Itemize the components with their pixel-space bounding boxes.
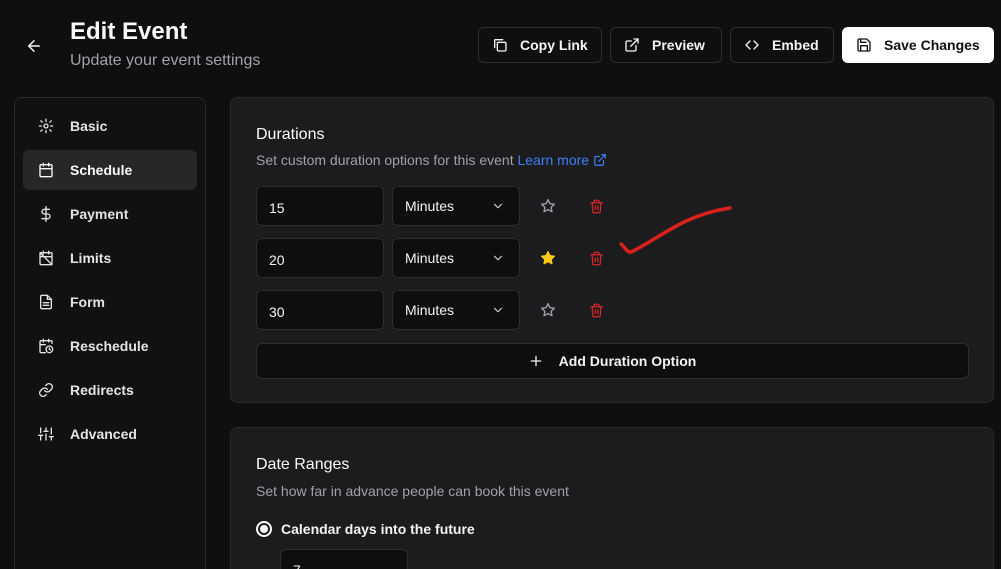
- settings-sidebar: Basic Schedule Payment Limits Form Resch…: [14, 97, 206, 569]
- save-icon: [856, 37, 872, 53]
- embed-label: Embed: [772, 37, 819, 53]
- calendar-off-icon: [38, 250, 54, 266]
- trash-icon[interactable]: [586, 300, 606, 320]
- trash-icon[interactable]: [586, 196, 606, 216]
- durations-title: Durations: [256, 126, 325, 143]
- sidebar-item-label: Payment: [70, 206, 129, 222]
- sidebar-item-advanced[interactable]: Advanced: [23, 414, 197, 454]
- calendar-icon: [38, 162, 54, 178]
- durations-description-text: Set custom duration options for this eve…: [256, 152, 514, 168]
- external-link-icon: [593, 153, 607, 167]
- calendar-days-label: Calendar days into the future: [281, 521, 475, 537]
- calendar-days-radio-option[interactable]: Calendar days into the future: [256, 521, 475, 537]
- star-filled-icon[interactable]: [538, 248, 558, 268]
- date-ranges-title: Date Ranges: [256, 456, 350, 473]
- duration-row: 30 Minutes: [256, 290, 636, 330]
- dollar-icon: [38, 206, 54, 222]
- save-changes-button[interactable]: Save Changes: [842, 27, 994, 63]
- sidebar-item-label: Schedule: [70, 162, 133, 178]
- learn-more-label: Learn more: [517, 152, 590, 168]
- duration-unit-label: Minutes: [405, 302, 455, 318]
- star-icon[interactable]: [538, 196, 558, 216]
- sliders-icon: [38, 426, 54, 442]
- link-icon: [38, 382, 54, 398]
- duration-value-input[interactable]: 30: [256, 290, 384, 330]
- copy-icon: [492, 37, 508, 53]
- calendar-clock-icon: [38, 338, 54, 354]
- sidebar-item-redirects[interactable]: Redirects: [23, 370, 197, 410]
- durations-description: Set custom duration options for this eve…: [256, 152, 607, 168]
- preview-button[interactable]: Preview: [610, 27, 722, 63]
- copy-link-button[interactable]: Copy Link: [478, 27, 602, 63]
- add-duration-option-label: Add Duration Option: [558, 353, 697, 369]
- duration-unit-select[interactable]: Minutes: [392, 186, 520, 226]
- sidebar-item-reschedule[interactable]: Reschedule: [23, 326, 197, 366]
- sidebar-item-label: Redirects: [70, 382, 134, 398]
- duration-value-input[interactable]: 15: [256, 186, 384, 226]
- star-icon[interactable]: [538, 300, 558, 320]
- sidebar-item-label: Limits: [70, 250, 112, 266]
- date-ranges-description: Set how far in advance people can book t…: [256, 483, 569, 499]
- date-ranges-panel: Date Ranges Set how far in advance peopl…: [230, 427, 994, 569]
- chevron-down-icon: [491, 251, 505, 265]
- duration-value-input[interactable]: 20: [256, 238, 384, 278]
- back-arrow-icon[interactable]: [22, 34, 46, 58]
- duration-unit-select[interactable]: Minutes: [392, 238, 520, 278]
- save-changes-label: Save Changes: [884, 37, 980, 53]
- sidebar-item-label: Basic: [70, 118, 108, 134]
- sidebar-item-basic[interactable]: Basic: [23, 106, 197, 146]
- add-duration-option-button[interactable]: Add Duration Option: [256, 343, 969, 379]
- sidebar-item-schedule[interactable]: Schedule: [23, 150, 197, 190]
- embed-button[interactable]: Embed: [730, 27, 834, 63]
- learn-more-link[interactable]: Learn more: [517, 152, 607, 168]
- durations-panel: Durations Set custom duration options fo…: [230, 97, 994, 403]
- sidebar-item-label: Reschedule: [70, 338, 149, 354]
- chevron-down-icon: [491, 199, 505, 213]
- preview-label: Preview: [652, 37, 705, 53]
- radio-button-selected[interactable]: [256, 521, 272, 537]
- gear-icon: [38, 118, 54, 134]
- page-subtitle: Update your event settings: [70, 52, 261, 69]
- duration-row: 15 Minutes: [256, 186, 636, 226]
- page-title: Edit Event: [70, 18, 188, 45]
- code-icon: [744, 37, 760, 53]
- plus-icon: [529, 354, 543, 368]
- duration-unit-label: Minutes: [405, 250, 455, 266]
- sidebar-item-limits[interactable]: Limits: [23, 238, 197, 278]
- chevron-down-icon: [491, 303, 505, 317]
- copy-link-label: Copy Link: [520, 37, 588, 53]
- external-link-icon: [624, 37, 640, 53]
- sidebar-item-label: Form: [70, 294, 105, 310]
- sidebar-item-label: Advanced: [70, 426, 137, 442]
- duration-row: 20 Minutes: [256, 238, 636, 278]
- sidebar-item-payment[interactable]: Payment: [23, 194, 197, 234]
- days-into-future-input[interactable]: 7: [280, 549, 408, 569]
- sidebar-item-form[interactable]: Form: [23, 282, 197, 322]
- duration-unit-label: Minutes: [405, 198, 455, 214]
- duration-unit-select[interactable]: Minutes: [392, 290, 520, 330]
- trash-icon[interactable]: [586, 248, 606, 268]
- document-icon: [38, 294, 54, 310]
